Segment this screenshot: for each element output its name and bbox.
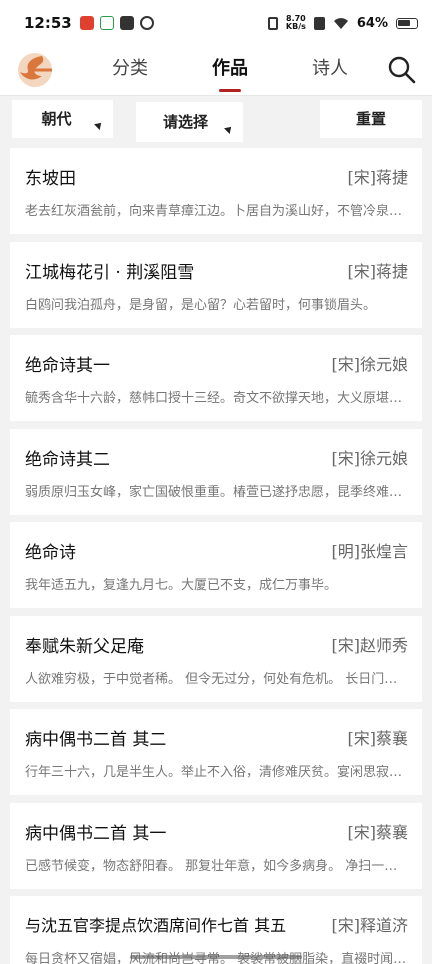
poem-excerpt: 我年适五九，复逢九月七。大厦已不支，成仁万事毕。 (25, 578, 338, 593)
net-speed-unit: KB/s (285, 22, 306, 31)
wallet-notification-icon (99, 16, 114, 30)
poem-excerpt: 人欲难穷极，于中觉者稀。 但令无过分，何处有危机。 长日门常掩。 (25, 671, 408, 687)
poem-title: 病中偶书二首 其一 (25, 823, 167, 844)
status-bar: 12:53 8.70 KB/s 64% (0, 0, 432, 46)
wifi-icon (333, 17, 348, 29)
poem-excerpt: 已感节候变，物态舒阳春。 那复壮年意，如今多病身。 净扫一室内。 (25, 858, 408, 874)
select-filter-label: 请选择 (162, 113, 208, 131)
poem-author: [宋]赵师秀 (331, 631, 408, 656)
main-tabs: 分类 作品 诗人 (80, 46, 380, 96)
reset-button[interactable]: 重置 (320, 100, 422, 138)
poem-title: 江城梅花引 · 荆溪阻雪 (25, 262, 195, 283)
poem-card[interactable]: 东坡田 [宋]蒋捷 老去红灰酒瓮前，向来青草瘴江边。卜居自为溪山好，不管冷泉与热… (10, 148, 422, 234)
poem-excerpt: 毓秀含华十六龄，慈帏口授十三经。奇文不欲撑天地，大义原堪照日星。 (25, 391, 408, 406)
poem-card[interactable]: 绝命诗其一 [宋]徐元娘 毓秀含华十六龄，慈帏口授十三经。奇文不欲撑天地，大义原… (10, 335, 422, 421)
home-indicator[interactable] (130, 955, 302, 959)
poem-card[interactable]: 与沈五官李提点饮酒席间作七首 其五 [宋]释道济 每日贪杯又宿娼，风流和尚岂寻常… (10, 896, 422, 964)
poem-excerpt: 白鸥问我泊孤舟，是身留，是心留？心若留时，何事锁眉头。 (25, 297, 377, 313)
poem-author: [宋]徐元娘 (331, 351, 408, 375)
filter-bar: 朝代 请选择 重置 (0, 96, 432, 146)
poem-author: [宋]蔡襄 (347, 818, 408, 843)
poem-card[interactable]: 江城梅花引 · 荆溪阻雪 [宋]蒋捷 白鸥问我泊孤舟，是身留，是心留？心若留时，… (10, 241, 422, 328)
poem-card[interactable]: 病中偶书二首 其一 [宋]蔡襄 已感节候变，物态舒阳春。 那复壮年意，如今多病身… (10, 802, 422, 889)
tab-poets[interactable]: 诗人 (280, 46, 380, 96)
search-icon[interactable] (386, 54, 418, 86)
poem-card[interactable]: 绝命诗其二 [宋]徐元娘 弱质原归玉女峰，家亡国破恨重重。椿萱已遂抒忠愿，昆季终… (10, 428, 422, 515)
poem-author: [宋]徐元娘 (331, 444, 408, 469)
poem-author: [宋]释道济 (327, 912, 408, 936)
link-notification-icon (139, 16, 154, 30)
poem-title: 病中偶书二首 其二 (25, 730, 167, 750)
poem-card[interactable]: 绝命诗 [明]张煌言 我年适五九，复逢九月七。大厦已不支，成仁万事毕。 (10, 522, 422, 608)
status-right: 8.70 KB/s 64% (267, 15, 418, 31)
poem-title: 奉赋朱新父足庵 (25, 636, 144, 657)
select-caret-icon (224, 124, 234, 134)
poem-author: [宋]蔡襄 (347, 725, 408, 749)
poem-title: 绝命诗 (25, 543, 76, 563)
status-time: 12:53 (24, 14, 72, 32)
select-filter[interactable]: 请选择 (136, 102, 243, 142)
square-notification-icon (119, 16, 134, 30)
dynasty-filter[interactable]: 朝代 (12, 100, 113, 138)
app-notification-icon (79, 16, 94, 30)
poem-excerpt: 行年三十六，几是半生人。举止不入俗，清修难厌贫。宴闲思寂寞。 (25, 765, 408, 780)
vibrate-icon (267, 16, 278, 30)
poem-card[interactable]: 奉赋朱新父足庵 [宋]赵师秀 人欲难穷极，于中觉者稀。 但令无过分，何处有危机。… (10, 615, 422, 702)
reset-button-label: 重置 (355, 110, 386, 128)
poem-excerpt: 弱质原归玉女峰，家亡国破恨重重。椿萱已遂抒忠愿，昆季终难守孝踪。 (25, 484, 408, 500)
dynasty-caret-icon (94, 120, 104, 130)
app-logo-icon[interactable] (16, 50, 54, 90)
poem-list: 东坡田 [宋]蒋捷 老去红灰酒瓮前，向来青草瘴江边。卜居自为溪山好，不管冷泉与热… (10, 148, 422, 964)
net-speed: 8.70 KB/s (286, 15, 306, 31)
dynasty-filter-label: 朝代 (41, 110, 72, 128)
sim-off-icon (313, 16, 325, 30)
battery-percent: 64% (356, 15, 388, 31)
app-header: 分类 作品 诗人 (0, 46, 432, 96)
poem-excerpt: 老去红灰酒瓮前，向来青草瘴江边。卜居自为溪山好，不管冷泉与热泉。 (25, 204, 408, 219)
battery-icon (396, 17, 418, 29)
poem-author: [宋]蒋捷 (347, 164, 408, 188)
poem-card[interactable]: 病中偶书二首 其二 [宋]蔡襄 行年三十六，几是半生人。举止不入俗，清修难厌贫。… (10, 709, 422, 795)
poem-author: [宋]蒋捷 (347, 257, 408, 282)
tab-category[interactable]: 分类 (80, 46, 180, 96)
status-notification-icons (79, 16, 154, 30)
poem-title: 绝命诗其一 (25, 356, 110, 376)
poem-title: 东坡田 (25, 169, 76, 189)
poem-title: 绝命诗其二 (25, 449, 110, 470)
poem-author: [明]张煌言 (331, 538, 408, 562)
tab-works[interactable]: 作品 (180, 46, 280, 96)
poem-title: 与沈五官李提点饮酒席间作七首 其五 (25, 916, 287, 935)
